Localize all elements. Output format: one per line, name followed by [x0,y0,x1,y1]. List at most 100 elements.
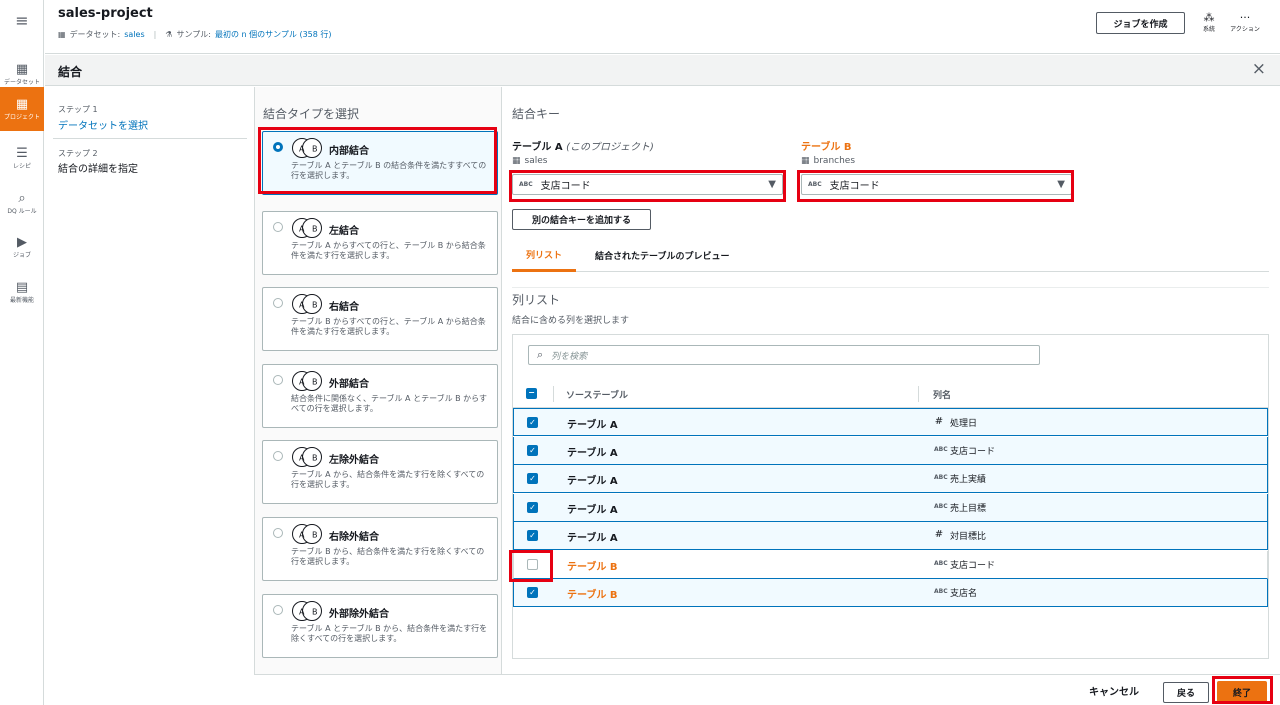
svg-text:B: B [312,608,318,617]
row-checkbox[interactable]: ✓ [527,501,538,513]
row-checkbox[interactable]: ✓ [527,473,538,484]
join-type-name: 左結合 [329,226,359,237]
radio-button[interactable] [273,142,283,152]
join-type-heading: 結合タイプを選択 [263,107,360,121]
svg-text:A: A [299,378,305,387]
join-type-desc: テーブル B からすべての行と、テーブル A から結合条件を満たす行を選択します… [291,317,486,336]
radio-button[interactable] [273,605,283,615]
col-header-source[interactable]: ソーステーブル [566,388,628,401]
row-checkbox[interactable]: ✓ [527,444,538,456]
table-row[interactable]: ✓ テーブル A # 処理日 [513,408,1268,436]
source-table: テーブル A [567,447,618,459]
table-b-key-select[interactable]: ABC 支店コード ▼ [801,174,1072,195]
column-search-input[interactable]: ⌕ 列を検索 [528,345,1040,365]
string-type-icon: ABC [934,474,948,481]
row-checkbox[interactable]: ✓ [527,587,538,598]
source-table: テーブル A [567,420,618,431]
source-table: テーブル A [567,476,618,487]
svg-text:A: A [299,608,305,617]
row-checkbox[interactable]: ✓ [527,530,538,541]
join-type-option[interactable]: A B 外部結合 結合条件に関係なく、テーブル A とテーブル B からすべての行を選… [262,364,498,428]
project-icon: ▦ [15,96,29,112]
column-list-subtitle: 結合に含める列を選択します [512,316,630,326]
join-type-desc: テーブル A とテーブル B の結合条件を満たすすべての行を選択します。 [291,161,487,180]
table-row[interactable]: ✓ テーブル A ABC 支店コード [513,436,1268,465]
job-icon: ▶ [17,234,27,250]
whats-new-icon: ▤ [15,279,29,295]
rail-item-whats-new[interactable]: ▤ 最新機能 [0,270,44,314]
lineage-button[interactable]: ⁂ 系統 [1194,11,1224,41]
string-type-icon: ABC [934,445,948,453]
create-job-button[interactable]: ジョブを作成 [1096,12,1185,34]
source-table: テーブル B [567,590,618,601]
table-row[interactable]: テーブル B ABC 支店コード [513,550,1268,579]
dataset-link[interactable]: sales [124,30,144,39]
project-meta: ▦ データセット: sales | ⚗ サンプル: 最初の n 個のサンプル (… [58,29,332,40]
finish-button[interactable]: 終了 [1217,681,1267,703]
rail-item-dq-rules[interactable]: ⌕ DQ ルール [0,181,44,225]
join-type-name: 外部除外結合 [329,609,389,620]
rail-item-projects[interactable]: ▦ プロジェクト [0,87,44,131]
join-type-option[interactable]: A B 左除外結合 テーブル A から、結合条件を満たす行を除くすべての行を選択します… [262,440,498,504]
add-join-key-button[interactable]: 別の結合キーを追加する [512,209,651,230]
col-header-name[interactable]: 列名 [933,388,951,401]
tab-joined-preview[interactable]: 結合されたテーブルのプレビュー [595,239,729,272]
table-row[interactable]: ✓ テーブル B ABC 支店名 [513,579,1268,607]
table-row[interactable]: ✓ テーブル A # 対目標比 [513,522,1268,550]
tab-column-list[interactable]: 列リスト [512,239,577,272]
row-checkbox[interactable] [527,558,538,570]
cancel-button[interactable]: キャンセル [1089,683,1139,698]
column-name: 売上実績 [950,475,987,485]
divider [53,138,247,139]
venn-diagram-icon: AB [292,524,322,544]
table-icon: ▦ [801,156,810,166]
menu-icon[interactable]: ≡ [0,0,44,40]
back-button[interactable]: 戻る [1163,682,1209,703]
table-header: − ソーステーブル 列名 [513,380,1268,408]
table-row[interactable]: ✓ テーブル A ABC 売上実績 [513,465,1268,493]
sample-icon: ⚗ [165,30,173,39]
join-type-option[interactable]: A B 内部結合 テーブル A とテーブル B の結合条件を満たすすべての行を選択しま… [262,131,498,195]
join-type-option[interactable]: A B 右結合 テーブル B からすべての行と、テーブル A から結合条件を満たす行を… [262,287,498,351]
column-name: 支店コード [950,560,996,571]
table-icon: ▦ [58,30,66,39]
row-checkbox[interactable]: ✓ [527,417,538,428]
radio-button[interactable] [273,528,283,538]
table-a-label: テーブル A (このプロジェクト) [512,142,654,153]
radio-button[interactable] [273,222,283,232]
close-icon[interactable]: × [1252,59,1266,79]
caret-down-icon: ▼ [768,179,776,190]
tab-bar: 列リスト 結合されたテーブルのプレビュー [512,239,1269,272]
svg-text:A: A [299,301,305,310]
table-row[interactable]: ✓ テーブル A ABC 売上目標 [513,493,1268,522]
rail-item-recipes[interactable]: ☰ レシピ [0,136,44,180]
column-name: 支店名 [950,589,978,599]
radio-button[interactable] [273,451,283,461]
sample-link[interactable]: 最初の n 個のサンプル (358 行) [215,29,332,40]
column-list-title: 列リスト [512,293,561,307]
svg-text:B: B [312,301,318,310]
table-a-key-select[interactable]: ABC 支店コード ▼ [512,174,783,195]
actions-button[interactable]: ··· アクション [1230,11,1260,41]
radio-button[interactable] [273,375,283,385]
rail-item-jobs[interactable]: ▶ ジョブ [0,225,44,269]
left-nav-rail: ≡ ▦ データセット ▦ プロジェクト ☰ レシピ ⌕ DQ ルール ▶ ジョブ… [0,0,44,705]
string-type-icon: ABC [519,181,533,188]
table-icon: ▦ [512,156,521,166]
join-type-list: 結合タイプを選択 A B 内部結合 テーブル A とテーブル B の結合条件を満たすす… [254,87,502,674]
panel-title: 結合 [58,65,83,79]
join-type-option[interactable]: A B 右除外結合 テーブル B から、結合条件を満たす行を除くすべての行を選択します… [262,517,498,581]
venn-diagram-icon: AB [292,371,322,391]
source-table: テーブル A [567,533,618,544]
join-type-option[interactable]: A B 外部除外結合 テーブル A とテーブル B から、結合条件を満たす行を除くすべ… [262,594,498,658]
radio-button[interactable] [273,298,283,308]
svg-text:B: B [312,225,318,234]
join-type-option[interactable]: A B 左結合 テーブル A からすべての行と、テーブル B から結合条件を満たす行を… [262,211,498,275]
dq-rules-icon: ⌕ [18,190,26,206]
join-type-desc: テーブル B から、結合条件を満たす行を除くすべての行を選択します。 [291,547,485,566]
table-icon: ▦ [15,61,29,77]
step-1-link[interactable]: データセットを選択 [58,117,148,132]
divider [918,386,919,402]
number-type-icon: # [934,529,944,540]
select-all-checkbox[interactable]: − [526,388,537,399]
